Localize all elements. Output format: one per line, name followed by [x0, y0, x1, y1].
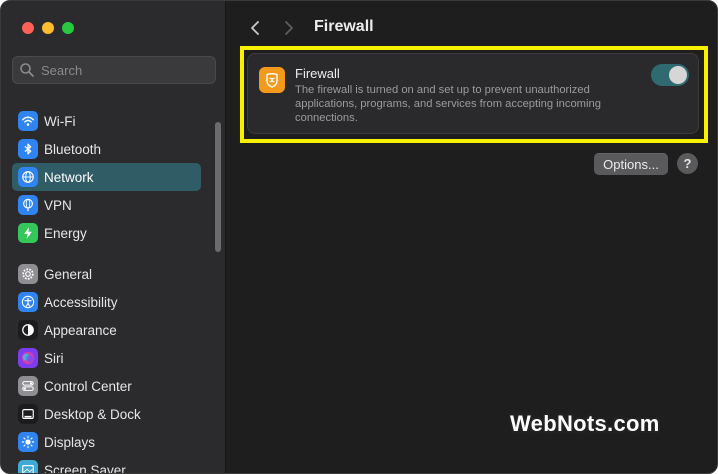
sidebar-item-label: Screen Saver [44, 462, 126, 474]
help-button[interactable]: ? [677, 153, 698, 174]
minimize-window-button[interactable] [42, 22, 54, 34]
screensaver-icon [18, 460, 38, 473]
firewall-card: Firewall The firewall is turned on and s… [247, 53, 699, 134]
globe-icon [18, 167, 38, 187]
sidebar-item-displays[interactable]: Displays [12, 428, 201, 456]
siri-icon [18, 348, 38, 368]
sidebar-item-siri[interactable]: Siri [12, 344, 201, 372]
search-field[interactable] [12, 56, 216, 84]
main-pane: Firewall Firewall The firewall is turned… [227, 1, 717, 473]
sidebar-item-energy[interactable]: Energy [12, 219, 201, 247]
settings-window: Wi-Fi Bluetooth Network VPN Energy General Acc… [0, 0, 718, 474]
chevron-right-icon [285, 21, 293, 35]
close-window-button[interactable] [22, 22, 34, 34]
sidebar-item-label: Energy [44, 225, 87, 241]
sidebar-item-label: Displays [44, 434, 96, 450]
back-button[interactable] [246, 18, 264, 38]
forward-button[interactable] [280, 18, 298, 38]
lightning-icon [18, 223, 38, 243]
search-icon [20, 63, 34, 77]
sidebar-item-control-center[interactable]: Control Center [12, 372, 201, 400]
sun-icon [18, 432, 38, 452]
sidebar-item-label: VPN [44, 197, 72, 213]
sidebar-item-appearance[interactable]: Appearance [12, 316, 201, 344]
firewall-icon [259, 67, 285, 93]
wifi-icon [18, 111, 38, 131]
firewall-title: Firewall [295, 66, 340, 81]
sidebar-item-label: Wi-Fi [44, 113, 76, 129]
sidebar-item-network[interactable]: Network [12, 163, 201, 191]
traffic-lights [22, 22, 74, 34]
sidebar-item-general[interactable]: General [12, 260, 201, 288]
sidebar-item-label: Appearance [44, 322, 117, 338]
options-button[interactable]: Options... [594, 153, 668, 175]
zoom-window-button[interactable] [62, 22, 74, 34]
gear-icon [18, 264, 38, 284]
page-title: Firewall [314, 18, 374, 35]
sidebar-item-label: General [44, 266, 93, 282]
watermark: WebNots.com [510, 411, 660, 436]
chevron-left-icon [251, 21, 259, 35]
sidebar-scrollbar[interactable] [215, 122, 221, 252]
sidebar-item-bluetooth[interactable]: Bluetooth [12, 135, 201, 163]
sidebar-item-label: Network [44, 169, 94, 185]
sidebar-item-wi-fi[interactable]: Wi-Fi [12, 107, 201, 135]
sidebar-group-separator [12, 247, 201, 260]
appearance-icon [18, 320, 38, 340]
sidebar-item-label: Desktop & Dock [44, 406, 141, 422]
sidebar-item-screen-saver[interactable]: Screen Saver [12, 456, 201, 474]
accessibility-icon [18, 292, 38, 312]
search-input[interactable] [41, 62, 211, 78]
sidebar-item-accessibility[interactable]: Accessibility [12, 288, 201, 316]
sidebar-item-label: Control Center [44, 378, 132, 394]
firewall-description: The firewall is turned on and set up to … [295, 84, 601, 124]
sidebar: Wi-Fi Bluetooth Network VPN Energy General Acc… [1, 1, 226, 474]
sidebar-item-desktop-dock[interactable]: Desktop & Dock [12, 400, 201, 428]
dock-icon [18, 404, 38, 424]
bluetooth-icon [18, 139, 38, 159]
sidebar-list: Wi-Fi Bluetooth Network VPN Energy General Acc… [12, 107, 201, 474]
firewall-toggle[interactable] [651, 64, 689, 86]
control-center-icon [18, 376, 38, 396]
sidebar-item-label: Siri [44, 350, 64, 366]
vpn-globe-icon [18, 195, 38, 215]
sidebar-item-label: Accessibility [44, 294, 118, 310]
sidebar-item-label: Bluetooth [44, 141, 102, 157]
toggle-knob [669, 66, 687, 84]
sidebar-item-vpn[interactable]: VPN [12, 191, 201, 219]
